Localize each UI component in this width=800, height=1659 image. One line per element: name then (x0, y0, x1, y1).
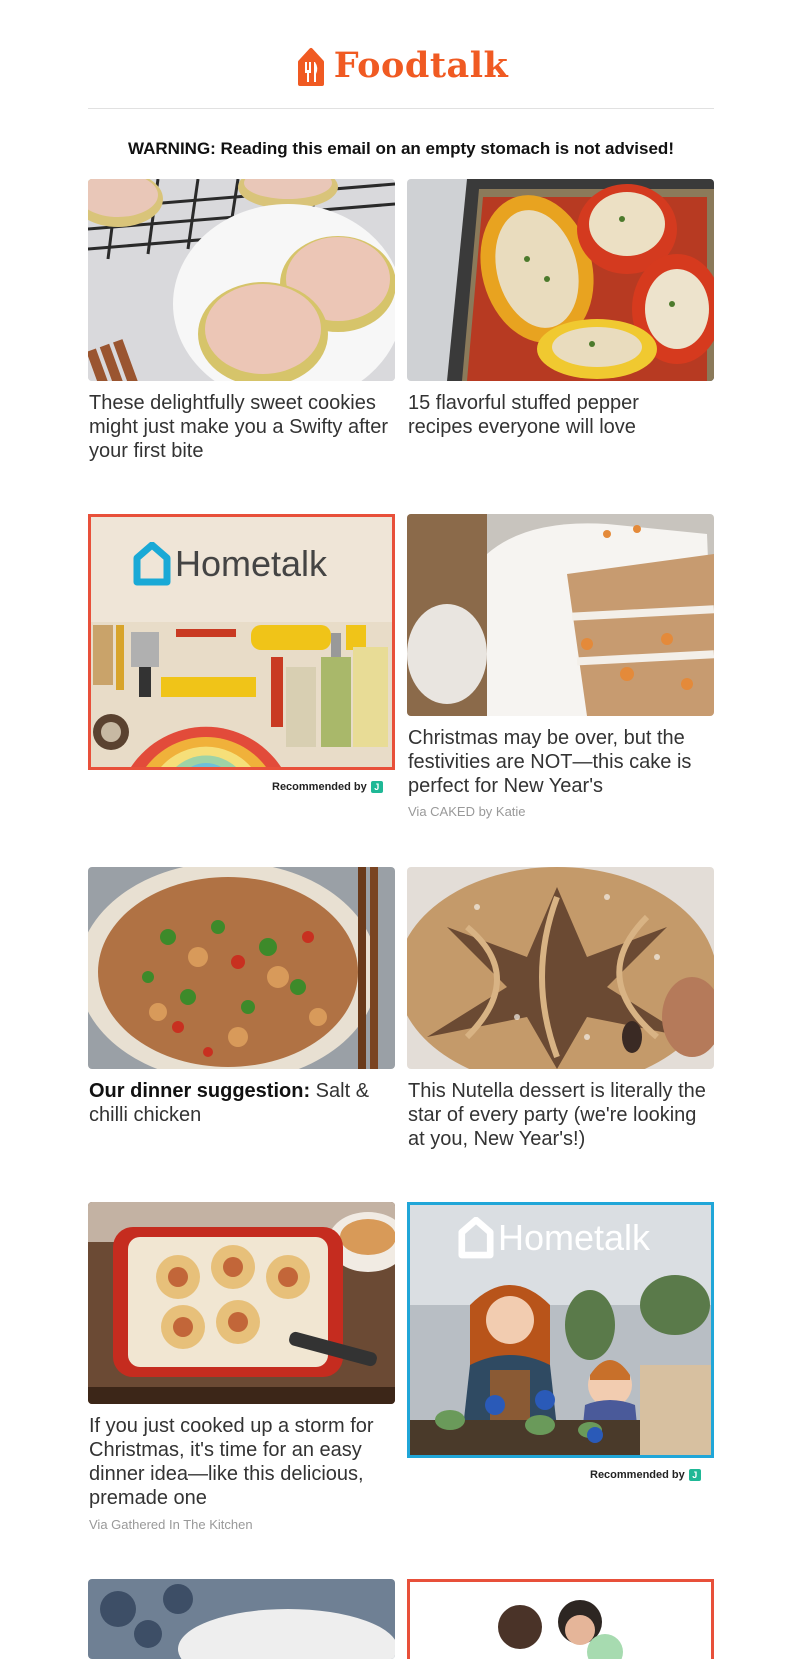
recommender-badge-icon: J (370, 781, 383, 793)
card-title[interactable]: If you just cooked up a storm for Christ… (89, 1414, 389, 1510)
header-divider (88, 108, 714, 109)
hometalk-ad-tools[interactable]: Hometalk (88, 514, 395, 770)
hometalk-ad-gardening[interactable]: Hometalk (407, 1202, 714, 1458)
chef-hat-fork-icon (297, 47, 324, 86)
source-credit[interactable]: Via Gathered In The Kitchen (89, 1517, 253, 1532)
warning-banner: WARNING: Reading this email on an empty … (128, 139, 674, 158)
card-title[interactable]: These delightfully sweet cookies might j… (89, 391, 389, 463)
cookies-image[interactable] (88, 179, 395, 381)
card-title[interactable]: Christmas may be over, but the festiviti… (408, 726, 708, 798)
recommended-by[interactable]: Recommended by J (272, 781, 383, 793)
brand-name: Foodtalk (333, 45, 509, 86)
premade-dinner-image[interactable] (88, 1202, 395, 1404)
next-ad[interactable] (407, 1579, 714, 1659)
next-article-image[interactable] (88, 1579, 395, 1659)
hometalk-brand: Hometalk (175, 543, 328, 584)
hometalk-brand: Hometalk (498, 1217, 651, 1258)
source-credit[interactable]: Via CAKED by Katie (408, 804, 526, 819)
recommended-label: Recommended by (272, 781, 367, 793)
card-title[interactable]: Our dinner suggestion: Salt & chilli chi… (89, 1079, 389, 1127)
house-icon (133, 542, 171, 586)
recommended-by[interactable]: Recommended by J (590, 1469, 701, 1481)
recommender-badge-icon: J (688, 1469, 701, 1481)
recommended-label: Recommended by (590, 1469, 685, 1481)
nutella-dessert-image[interactable] (407, 867, 714, 1069)
card-title[interactable]: This Nutella dessert is literally the st… (408, 1079, 708, 1151)
stuffed-peppers-image[interactable] (407, 179, 714, 381)
foodtalk-logo[interactable]: Foodtalk (0, 45, 800, 91)
salt-chilli-chicken-image[interactable] (88, 867, 395, 1069)
house-icon (458, 1217, 494, 1259)
cake-image[interactable] (407, 514, 714, 716)
title-highlight: Our dinner suggestion: (89, 1080, 311, 1102)
card-title[interactable]: 15 flavorful stuffed pepper recipes ever… (408, 391, 708, 439)
